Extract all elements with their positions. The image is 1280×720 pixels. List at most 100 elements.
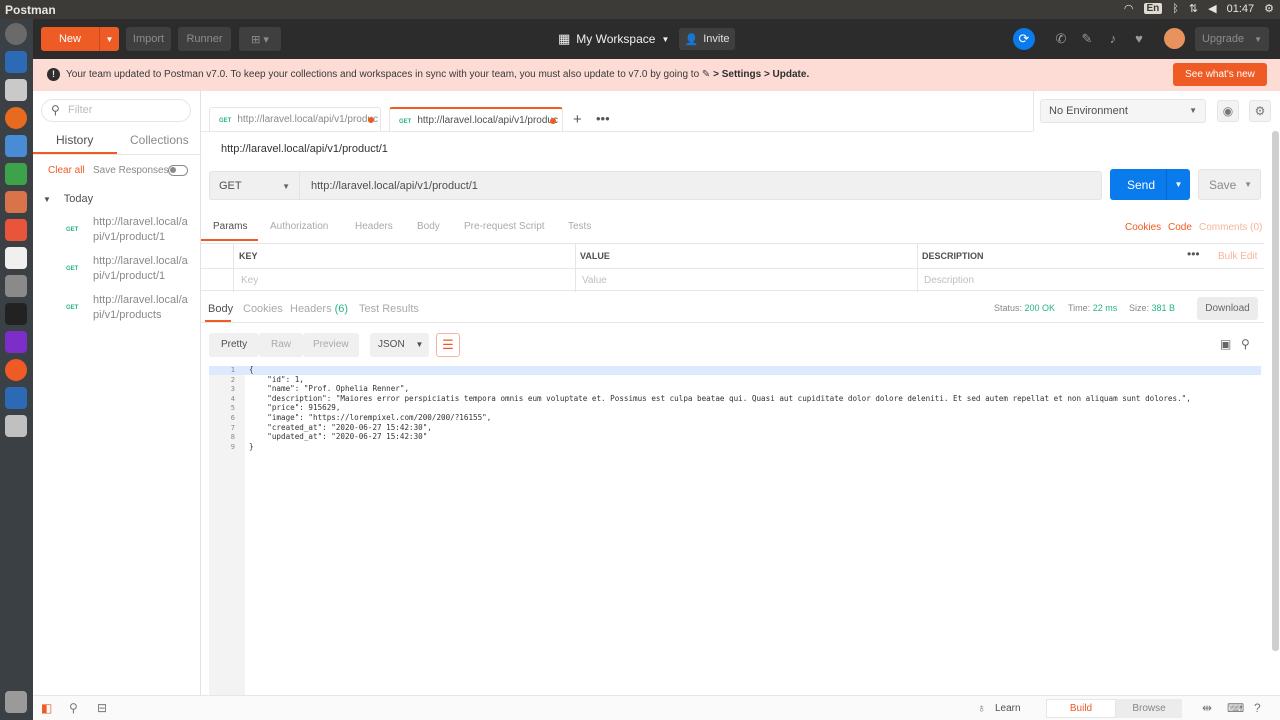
send-dropdown-caret-icon[interactable]: ▼ bbox=[1166, 169, 1190, 200]
format-select[interactable]: JSON ▼ bbox=[370, 333, 429, 357]
value-input[interactable]: Value bbox=[582, 275, 607, 286]
build-mode-button[interactable]: Build bbox=[1046, 699, 1116, 718]
invite-button[interactable]: 👤 Invite bbox=[679, 28, 735, 50]
history-group-today[interactable]: ▼ Today bbox=[43, 193, 93, 205]
upgrade-button[interactable]: Upgrade ▼ bbox=[1195, 27, 1269, 51]
software-center-icon[interactable] bbox=[5, 219, 27, 241]
vscode-icon[interactable] bbox=[5, 387, 27, 409]
firefox-icon[interactable] bbox=[5, 107, 27, 129]
view-preview-button[interactable]: Preview bbox=[303, 333, 359, 357]
save-button[interactable]: Save ▼ bbox=[1198, 169, 1261, 200]
settings-gear-icon[interactable]: ⚙ bbox=[1264, 2, 1274, 15]
help-icon[interactable]: ? bbox=[1254, 701, 1261, 715]
terminal-icon[interactable] bbox=[5, 303, 27, 325]
trash-icon[interactable] bbox=[5, 691, 27, 713]
view-raw-button[interactable]: Raw bbox=[259, 333, 303, 357]
vertical-scrollbar[interactable] bbox=[1272, 131, 1279, 651]
request-tab[interactable]: GET http://laravel.local/api/v1/produc bbox=[209, 107, 381, 132]
cookies-link[interactable]: Cookies bbox=[1125, 222, 1161, 233]
keyboard-language[interactable]: En bbox=[1143, 3, 1163, 14]
wrench-icon[interactable]: ✎ bbox=[1078, 30, 1096, 48]
bluetooth-icon[interactable]: ᛒ bbox=[1172, 3, 1179, 15]
new-window-button[interactable]: ⊞ ▾ bbox=[239, 27, 281, 51]
history-item[interactable]: GET http://laravel.local/api/v1/products bbox=[33, 291, 201, 329]
writer-icon[interactable] bbox=[5, 135, 27, 157]
history-item[interactable]: GET http://laravel.local/api/v1/product/… bbox=[33, 252, 201, 290]
more-options-icon[interactable]: ••• bbox=[1187, 247, 1200, 261]
params-tab-indicator bbox=[201, 239, 258, 241]
phpstorm-icon[interactable] bbox=[5, 331, 27, 353]
files-icon[interactable] bbox=[5, 79, 27, 101]
network-icon[interactable]: ⇅ bbox=[1189, 2, 1198, 15]
ubuntu-search-icon[interactable] bbox=[5, 23, 27, 45]
bootcamp-bulb-icon[interactable]: ♁ bbox=[977, 701, 986, 715]
clock[interactable]: 01:47 bbox=[1227, 3, 1255, 15]
description-input[interactable]: Description bbox=[924, 275, 974, 286]
download-button[interactable]: Download bbox=[1197, 297, 1258, 320]
tab-headers[interactable]: Headers bbox=[355, 221, 393, 232]
browse-mode-button[interactable]: Browse bbox=[1116, 699, 1182, 718]
runner-button[interactable]: Runner bbox=[178, 27, 231, 51]
volume-icon[interactable]: ◀ bbox=[1208, 2, 1216, 15]
calc-icon[interactable] bbox=[5, 163, 27, 185]
system-settings-icon[interactable] bbox=[5, 275, 27, 297]
wrap-lines-icon[interactable]: ☰ bbox=[436, 333, 460, 357]
request-tab-active[interactable]: GET http://laravel.local/api/v1/produc bbox=[389, 107, 563, 132]
notification-bell-icon[interactable]: ♪ bbox=[1104, 30, 1122, 48]
tab-collections[interactable]: Collections bbox=[130, 133, 189, 147]
upgrade-label: Upgrade bbox=[1201, 33, 1245, 45]
amazon-icon[interactable] bbox=[5, 247, 27, 269]
url-input[interactable]: http://laravel.local/api/v1/product/1 bbox=[300, 171, 1102, 200]
keyboard-shortcuts-icon[interactable]: ⌨ bbox=[1227, 701, 1244, 715]
workspace-switcher[interactable]: ▦ My Workspace ▼ bbox=[558, 31, 669, 47]
response-tab-cookies[interactable]: Cookies bbox=[243, 303, 283, 315]
save-responses-toggle[interactable] bbox=[168, 165, 188, 176]
gear-icon[interactable]: ⚙ bbox=[1249, 100, 1271, 122]
avatar[interactable] bbox=[1164, 28, 1185, 49]
console-icon[interactable]: ⊟ bbox=[97, 701, 107, 715]
history-item[interactable]: GET http://laravel.local/api/v1/product/… bbox=[33, 213, 201, 251]
response-tab-headers[interactable]: Headers (6) bbox=[290, 303, 348, 315]
search-icon[interactable]: ⚲ bbox=[1241, 337, 1250, 351]
heart-icon[interactable]: ♥ bbox=[1130, 30, 1148, 48]
clear-all-link[interactable]: Clear all bbox=[48, 165, 85, 176]
postman-icon[interactable] bbox=[5, 359, 27, 381]
interceptor-icon[interactable]: ✆ bbox=[1052, 30, 1070, 48]
impress-icon[interactable] bbox=[5, 191, 27, 213]
import-button[interactable]: Import bbox=[126, 27, 171, 51]
environment-select[interactable]: No Environment ▼ bbox=[1040, 99, 1206, 123]
see-whats-new-button[interactable]: See what's new bbox=[1173, 63, 1267, 86]
more-tabs-icon[interactable]: ••• bbox=[596, 111, 610, 126]
view-pretty-button[interactable]: Pretty bbox=[209, 333, 259, 357]
find-icon[interactable]: ⚲ bbox=[69, 701, 78, 715]
filter-input[interactable]: ⚲ Filter bbox=[41, 99, 191, 122]
app-launcher-icon[interactable] bbox=[5, 51, 27, 73]
comments-link[interactable]: Comments (0) bbox=[1199, 222, 1262, 233]
key-input[interactable]: Key bbox=[241, 275, 258, 286]
tab-history[interactable]: History bbox=[56, 133, 93, 147]
new-dropdown-caret-icon[interactable]: ▼ bbox=[99, 27, 119, 51]
wifi-icon[interactable]: ◠ bbox=[1124, 2, 1134, 15]
two-pane-icon[interactable]: ⇹ bbox=[1202, 701, 1212, 715]
send-button[interactable]: Send ▼ bbox=[1110, 169, 1190, 200]
tab-authorization[interactable]: Authorization bbox=[270, 221, 328, 232]
save-responses-label: Save Responses bbox=[93, 165, 169, 176]
response-tab-test-results[interactable]: Test Results bbox=[359, 303, 419, 315]
add-tab-icon[interactable]: + bbox=[573, 111, 582, 128]
tab-pre-request-script[interactable]: Pre-request Script bbox=[464, 221, 545, 232]
copy-icon[interactable]: ▣ bbox=[1220, 337, 1231, 351]
eye-icon[interactable]: ◉ bbox=[1217, 100, 1239, 122]
code-link[interactable]: Code bbox=[1168, 222, 1192, 233]
sync-icon[interactable]: ⟳ bbox=[1013, 28, 1035, 50]
bulk-edit-link[interactable]: Bulk Edit bbox=[1218, 251, 1257, 262]
drive-icon[interactable] bbox=[5, 415, 27, 437]
tab-tests[interactable]: Tests bbox=[568, 221, 591, 232]
tab-params[interactable]: Params bbox=[213, 221, 247, 232]
method-badge: GET bbox=[66, 227, 79, 233]
sidebar-toggle-icon[interactable]: ◧ bbox=[41, 701, 52, 715]
new-button[interactable]: New ▼ bbox=[41, 27, 119, 51]
method-select[interactable]: GET ▼ bbox=[209, 171, 300, 200]
response-tab-body[interactable]: Body bbox=[208, 303, 233, 315]
tab-body[interactable]: Body bbox=[417, 221, 440, 232]
learn-label[interactable]: Learn bbox=[995, 703, 1021, 714]
